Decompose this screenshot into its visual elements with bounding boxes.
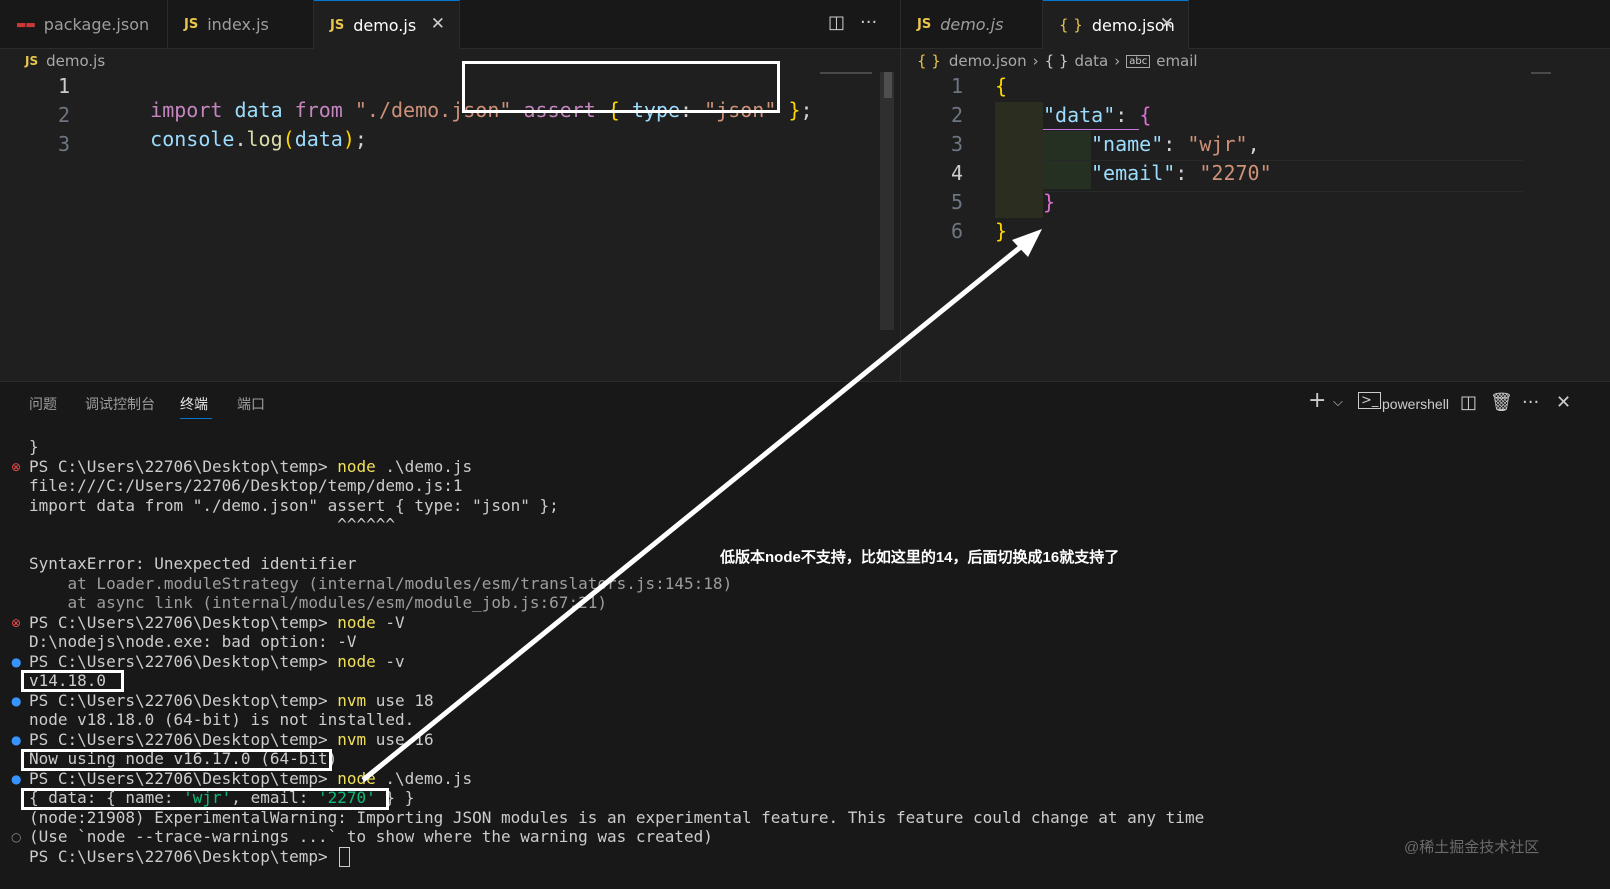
watermark: @稀土掘金技术社区 — [1404, 839, 1540, 856]
annotation-arrow — [361, 229, 1042, 782]
annotation-note: 低版本node不支持，比如这里的14，后面切换成16就支持了 — [720, 549, 1120, 566]
arrow-shaft — [361, 239, 1030, 782]
